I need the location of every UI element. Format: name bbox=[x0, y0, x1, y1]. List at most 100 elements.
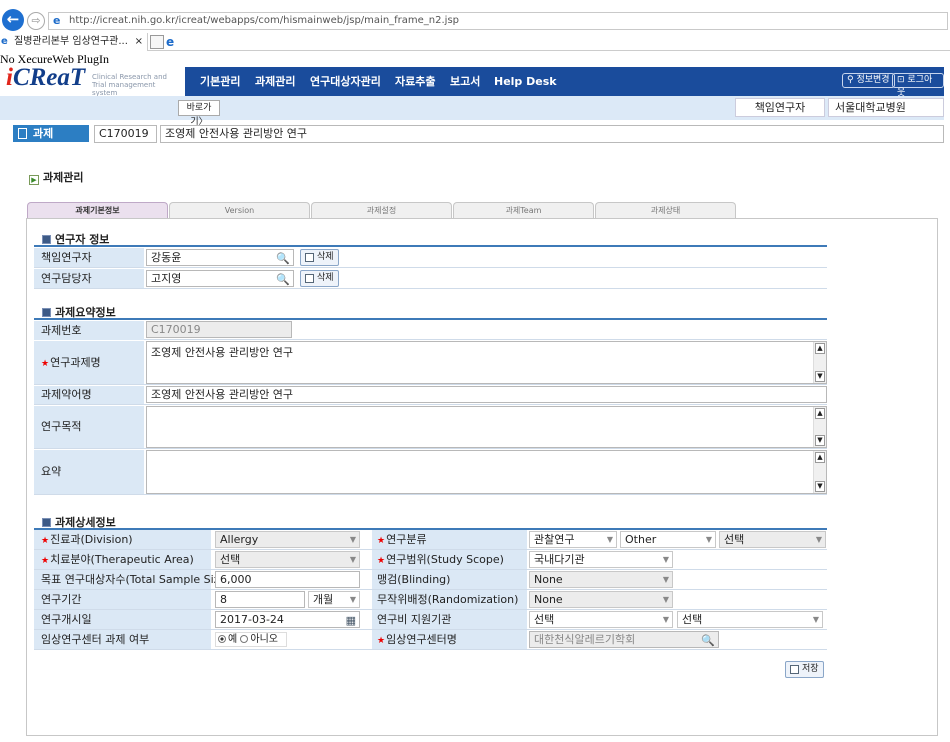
save-button[interactable]: 저장 bbox=[785, 661, 824, 678]
new-tab-icon[interactable] bbox=[150, 35, 164, 49]
category-select-3-value: 선택 bbox=[724, 533, 745, 546]
ie-new-tab-icon[interactable]: e bbox=[166, 35, 180, 49]
funding-select-1[interactable]: 선택 ▼ bbox=[529, 611, 673, 628]
required-mark: ★ bbox=[41, 556, 50, 566]
tab-status[interactable]: 과제상태 bbox=[595, 202, 736, 218]
radio-yes[interactable] bbox=[218, 635, 226, 643]
search-icon[interactable]: 🔍 bbox=[276, 251, 290, 265]
dropdown-arrow-icon: ▼ bbox=[662, 575, 669, 584]
section-title-label: 과제관리 bbox=[43, 171, 84, 184]
section-title: ▶ 과제관리 bbox=[29, 169, 83, 185]
center-name-label-text: 임상연구센터명 bbox=[386, 633, 457, 646]
dropdown-arrow-icon: ▼ bbox=[349, 595, 356, 604]
info-change-label: 정보변경 bbox=[856, 75, 890, 85]
sample-input[interactable]: 6,000 bbox=[215, 571, 360, 588]
search-icon[interactable]: 🔍 bbox=[701, 633, 715, 647]
required-mark: ★ bbox=[41, 359, 50, 369]
pi-header-value: 서울대학교병원 bbox=[828, 98, 944, 117]
scrollbar[interactable]: ▲ ▼ bbox=[813, 451, 826, 493]
pi-input[interactable]: 강동윤 🔍 bbox=[146, 249, 294, 266]
scroll-up-icon[interactable]: ▲ bbox=[815, 452, 825, 463]
blinding-select[interactable]: None ▼ bbox=[529, 571, 673, 588]
tab-basic-info[interactable]: 과제기본정보 bbox=[27, 202, 168, 218]
scope-select[interactable]: 국내다기관 ▼ bbox=[529, 551, 673, 568]
nav-subjects[interactable]: 연구대상자관리 bbox=[310, 67, 381, 96]
short-input[interactable]: 조영제 안전사용 관리방안 연구 bbox=[146, 386, 827, 403]
abstract-textarea[interactable]: ▲ ▼ bbox=[146, 450, 827, 494]
random-label: 무작위배정(Randomization) bbox=[372, 590, 527, 609]
scroll-up-icon[interactable]: ▲ bbox=[815, 343, 825, 354]
dropdown-arrow-icon: ▼ bbox=[705, 535, 712, 544]
scroll-down-icon[interactable]: ▼ bbox=[815, 371, 825, 382]
nav-helpdesk[interactable]: Help Desk bbox=[494, 67, 557, 96]
manager-input[interactable]: 고지영 🔍 bbox=[146, 270, 294, 287]
tab-version[interactable]: Version bbox=[169, 202, 310, 218]
tab-team[interactable]: 과제Team bbox=[453, 202, 594, 218]
logout-button[interactable]: ⊡ 로그아웃 bbox=[892, 73, 944, 98]
divider bbox=[34, 649, 827, 650]
center-name-input[interactable]: 대한천식알레르기학회 🔍 bbox=[529, 631, 719, 648]
search-icon[interactable]: 🔍 bbox=[276, 272, 290, 286]
start-date-input[interactable]: 2017-03-24 ▦ bbox=[215, 611, 360, 628]
no-label: 과제번호 bbox=[34, 321, 144, 340]
nav-report[interactable]: 보고서 bbox=[450, 67, 480, 96]
trash-icon bbox=[305, 253, 314, 262]
funding-select-2[interactable]: 선택 ▼ bbox=[677, 611, 823, 628]
scroll-down-icon[interactable]: ▼ bbox=[815, 435, 825, 446]
manager-delete-button[interactable]: 삭제 bbox=[300, 270, 339, 287]
play-arrow-icon: ▶ bbox=[29, 175, 39, 185]
divider bbox=[34, 549, 827, 550]
category-label: ★연구분류 bbox=[372, 530, 527, 549]
radio-no[interactable] bbox=[240, 635, 249, 643]
category-select-1[interactable]: 관찰연구 ▼ bbox=[529, 531, 617, 548]
nav-project[interactable]: 과제관리 bbox=[255, 67, 295, 96]
dropdown-arrow-icon: ▼ bbox=[349, 555, 356, 564]
scrollbar[interactable]: ▲ ▼ bbox=[813, 407, 826, 447]
browser-tab[interactable]: e 질병관리본부 임상연구관... × bbox=[0, 33, 148, 51]
delete-label: 삭제 bbox=[317, 252, 334, 262]
title-label: ★연구과제명 bbox=[34, 341, 144, 384]
period-unit-select[interactable]: 개월 ▼ bbox=[308, 591, 360, 608]
required-mark: ★ bbox=[377, 636, 386, 646]
tab-settings[interactable]: 과제설정 bbox=[311, 202, 452, 218]
document-icon bbox=[18, 128, 27, 139]
info-change-button[interactable]: ⚲ 정보변경 bbox=[842, 73, 895, 88]
nav-basic[interactable]: 기본관리 bbox=[200, 67, 240, 96]
title-textarea[interactable]: 조영제 안전사용 관리방안 연구 ▲ ▼ bbox=[146, 341, 827, 384]
division-select[interactable]: Allergy ▼ bbox=[215, 531, 360, 548]
nav-data-extract[interactable]: 자료추출 bbox=[395, 67, 435, 96]
period-input[interactable]: 8 bbox=[215, 591, 305, 608]
required-mark: ★ bbox=[377, 536, 386, 546]
shortcut-button[interactable]: 바로가기〉 bbox=[178, 100, 220, 127]
forward-arrow-icon[interactable]: ⇨ bbox=[27, 12, 45, 30]
pi-header-label: 책임연구자 bbox=[735, 98, 825, 117]
calendar-icon[interactable]: ▦ bbox=[346, 613, 356, 627]
pi-delete-button[interactable]: 삭제 bbox=[300, 249, 339, 266]
project-name: 조영제 안전사용 관리방안 연구 bbox=[160, 125, 944, 143]
category-select-3[interactable]: 선택 ▼ bbox=[719, 531, 826, 548]
therapeutic-select[interactable]: 선택 ▼ bbox=[215, 551, 360, 568]
scroll-up-icon[interactable]: ▲ bbox=[815, 408, 825, 419]
back-arrow-icon[interactable]: ← bbox=[2, 9, 24, 31]
icreat-logo[interactable]: iCReaT bbox=[6, 64, 85, 92]
shortcut-label: 바로가기 bbox=[186, 103, 212, 127]
divider bbox=[34, 569, 827, 570]
random-select[interactable]: None ▼ bbox=[529, 591, 673, 608]
dropdown-arrow-icon: ▼ bbox=[662, 595, 669, 604]
url-field[interactable]: e http://icreat.nih.go.kr/icreat/webapps/… bbox=[48, 12, 948, 30]
section-square-icon bbox=[42, 518, 51, 527]
trash-icon bbox=[305, 274, 314, 283]
dropdown-arrow-icon: ▼ bbox=[815, 535, 822, 544]
tab-close-icon[interactable]: × bbox=[135, 33, 143, 51]
scroll-down-icon[interactable]: ▼ bbox=[815, 481, 825, 492]
divider bbox=[34, 609, 827, 610]
browser-tab-title: 질병관리본부 임상연구관... bbox=[14, 36, 128, 47]
purpose-textarea[interactable]: ▲ ▼ bbox=[146, 406, 827, 448]
therapeutic-label-text: 치료분야(Therapeutic Area) bbox=[50, 553, 194, 566]
center-flag-label: 임상연구센터 과제 여부 bbox=[34, 630, 211, 649]
category-select-2[interactable]: Other ▼ bbox=[620, 531, 716, 548]
logo-text: CReaT bbox=[12, 64, 86, 91]
ie-page-icon: e bbox=[53, 14, 61, 27]
scrollbar[interactable]: ▲ ▼ bbox=[813, 342, 826, 383]
delete-label: 삭제 bbox=[317, 273, 334, 283]
